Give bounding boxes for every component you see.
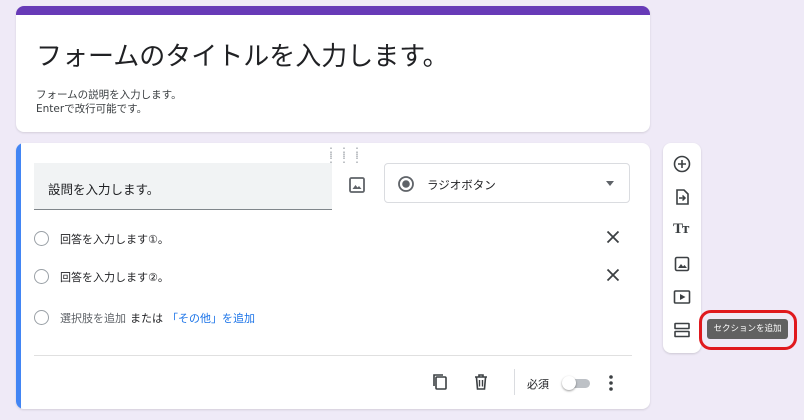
- divider: [34, 355, 632, 356]
- radio-button-icon: [398, 176, 414, 192]
- question-title-input[interactable]: 設問を入力します。: [34, 163, 332, 210]
- add-other-link[interactable]: 「その他」を追加: [167, 312, 255, 325]
- drag-handle-icon[interactable]: ⋮⋮⋮ ⋮⋮⋮: [325, 146, 364, 164]
- add-option-text: 選択肢を追加 または 「その他」を追加: [60, 310, 255, 326]
- add-section-icon[interactable]: [672, 320, 692, 340]
- or-label: または: [130, 312, 163, 325]
- form-description[interactable]: フォームの説明を入力します。 Enterで改行可能です。: [36, 88, 182, 116]
- trash-icon[interactable]: [471, 372, 491, 392]
- add-section-tooltip: セクションを追加: [707, 319, 788, 339]
- close-icon[interactable]: [604, 228, 622, 246]
- copy-icon[interactable]: [430, 372, 450, 392]
- question-type-label: ラジオボタン: [427, 178, 496, 192]
- list-item[interactable]: 回答を入力します②。: [34, 265, 634, 289]
- active-indicator: [16, 143, 21, 409]
- accent-bar: [16, 6, 650, 15]
- divider: [514, 369, 515, 395]
- toggle-knob: [562, 376, 576, 390]
- form-title-card: フォームのタイトルを入力します。 フォームの説明を入力します。 Enterで改行…: [16, 6, 650, 132]
- question-title-text: 設問を入力します。: [48, 182, 160, 197]
- form-title[interactable]: フォームのタイトルを入力します。: [36, 36, 449, 73]
- add-question-icon[interactable]: [672, 154, 692, 174]
- radio-circle-icon: [34, 231, 49, 246]
- add-title-icon[interactable]: Tт: [672, 221, 692, 241]
- question-type-select[interactable]: ラジオボタン: [384, 163, 630, 203]
- required-label: 必須: [527, 378, 549, 391]
- radio-circle-icon: [34, 269, 49, 284]
- option-text[interactable]: 回答を入力します①。: [60, 231, 169, 247]
- chevron-down-icon: [606, 181, 614, 186]
- add-video-icon[interactable]: [672, 287, 692, 307]
- radio-circle-icon: [34, 310, 49, 325]
- add-image-icon[interactable]: [345, 173, 369, 197]
- form-description-line: フォームの説明を入力します。: [36, 89, 182, 101]
- add-image-icon[interactable]: [672, 254, 692, 274]
- question-card[interactable]: ⋮⋮⋮ ⋮⋮⋮ 設問を入力します。 ラジオボタン 回答を入力します①。 回答を入力…: [16, 143, 650, 409]
- required-toggle[interactable]: [562, 376, 590, 390]
- form-description-line: Enterで改行可能です。: [36, 103, 148, 115]
- add-option-link[interactable]: 選択肢を追加: [60, 312, 126, 325]
- add-option-row: 選択肢を追加 または 「その他」を追加: [34, 306, 634, 330]
- floating-toolbar: Tт: [663, 143, 701, 353]
- close-icon[interactable]: [604, 266, 622, 284]
- more-vert-icon[interactable]: [604, 373, 618, 393]
- list-item[interactable]: 回答を入力します①。: [34, 227, 634, 251]
- option-text[interactable]: 回答を入力します②。: [60, 269, 169, 285]
- import-questions-icon[interactable]: [672, 187, 692, 207]
